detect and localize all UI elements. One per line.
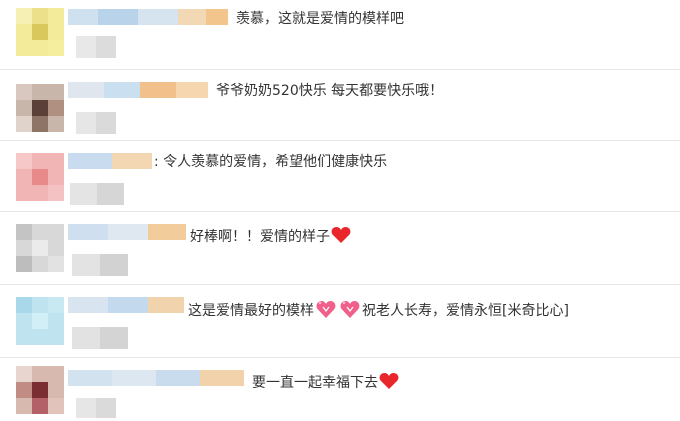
comment-item: : 令人羡慕的爱情，希望他们健康快乐 [0, 141, 680, 212]
comment-text: : 令人羡慕的爱情，希望他们健康快乐 [154, 154, 388, 170]
timestamp-blurred [70, 183, 124, 205]
sparkling-heart-icon [315, 299, 337, 324]
comment-text: 好棒啊！！爱情的样子 [190, 226, 351, 249]
avatar[interactable] [16, 224, 64, 272]
timestamp-blurred [72, 254, 128, 276]
comment-text: 要一直一起幸福下去 [252, 372, 399, 395]
comment-item: 爷爷奶奶520快乐 每天都要快乐哦！ [0, 70, 680, 141]
username-blurred[interactable] [68, 370, 244, 386]
comment-text: 爷爷奶奶520快乐 每天都要快乐哦！ [216, 83, 444, 99]
username-blurred[interactable] [68, 153, 152, 169]
timestamp-blurred [76, 398, 116, 418]
avatar[interactable] [16, 153, 64, 201]
red-heart-icon [379, 372, 399, 395]
avatar[interactable] [16, 297, 64, 345]
comment-item: 要一直一起幸福下去 [0, 358, 680, 421]
username-blurred[interactable] [68, 82, 208, 98]
avatar[interactable] [16, 366, 64, 414]
sparkling-heart-icon [339, 299, 361, 324]
comment-text: 羡慕，这就是爱情的模样吧 [236, 11, 404, 27]
avatar[interactable] [16, 8, 64, 56]
red-heart-icon [331, 226, 351, 249]
username-blurred[interactable] [68, 224, 186, 240]
username-blurred[interactable] [68, 9, 228, 25]
username-blurred[interactable] [68, 297, 184, 313]
comment-item: 好棒啊！！爱情的样子 [0, 212, 680, 285]
timestamp-blurred [72, 327, 128, 349]
comment-item: 这是爱情最好的模样 祝老人长寿，爱情永恒[米奇比心] [0, 285, 680, 358]
timestamp-blurred [76, 36, 116, 58]
avatar[interactable] [16, 84, 64, 132]
timestamp-blurred [76, 112, 116, 134]
comment-item: 羡慕，这就是爱情的模样吧 [0, 0, 680, 70]
comment-text: 这是爱情最好的模样 祝老人长寿，爱情永恒[米奇比心] [188, 299, 569, 324]
